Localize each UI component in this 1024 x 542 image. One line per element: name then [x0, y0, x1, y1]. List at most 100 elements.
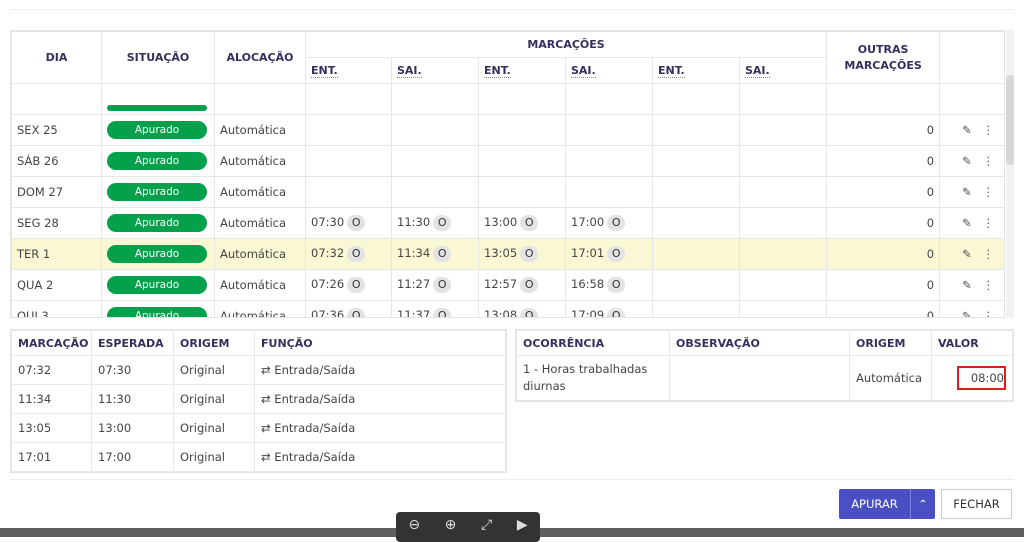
- mark-cell[interactable]: [391, 176, 479, 208]
- mark-cell[interactable]: 13:00 O: [478, 207, 566, 239]
- mark-cell[interactable]: [305, 176, 392, 208]
- more-vertical-icon[interactable]: ⋮: [983, 278, 995, 292]
- mark-cell[interactable]: [478, 114, 566, 146]
- mark-cell[interactable]: [391, 114, 479, 146]
- mark-cell[interactable]: 07:30 O: [305, 207, 392, 239]
- mark-cell[interactable]: [478, 145, 566, 177]
- mark-cell[interactable]: 07:36 O: [305, 300, 392, 317]
- mark-cell[interactable]: 11:30 O: [391, 207, 479, 239]
- status-badge: Apurado: [107, 121, 207, 139]
- fullscreen-icon[interactable]: ⤢: [481, 517, 492, 533]
- presentation-icon[interactable]: ▶: [517, 517, 528, 533]
- pencil-icon[interactable]: ✎: [962, 309, 972, 317]
- mark-cell[interactable]: [652, 176, 740, 208]
- scrollbar[interactable]: [1006, 30, 1014, 318]
- pencil-icon[interactable]: ✎: [962, 185, 972, 199]
- table-row[interactable]: 13:05 13:00 Original ⇄ Entrada/Saída: [11, 413, 506, 443]
- pencil-icon[interactable]: ✎: [962, 247, 972, 261]
- mark-time: 17:01: [11, 442, 92, 472]
- mark-cell[interactable]: [738, 176, 828, 208]
- mark-cell[interactable]: 17:09 O: [565, 300, 653, 317]
- other-marks-cell: 0: [826, 238, 941, 270]
- pencil-icon[interactable]: ✎: [962, 278, 972, 292]
- more-vertical-icon[interactable]: ⋮: [983, 154, 995, 168]
- table-row[interactable]: 17:01 17:00 Original ⇄ Entrada/Saída: [11, 442, 506, 472]
- mark-origin: Original: [173, 384, 255, 414]
- mark-cell[interactable]: [305, 145, 392, 177]
- table-row[interactable]: QUI 3 Apurado Automática 07:36 O 11:37 O 13:08 O…: [11, 300, 1004, 317]
- more-vertical-icon[interactable]: ⋮: [983, 123, 995, 137]
- mark-cell[interactable]: [565, 176, 653, 208]
- allocation-cell: Automática: [214, 207, 306, 239]
- days-table-container: DIA SITUAÇÃO ALOCAÇÃO MARCAÇÕES OUTRAS M…: [10, 30, 1005, 318]
- table-row[interactable]: QUA 2 Apurado Automática 07:26 O 11:27 O 12:57 O…: [11, 269, 1004, 301]
- mark-cell[interactable]: [738, 207, 828, 239]
- header-outras: OUTRAS MARCAÇÕES: [826, 31, 941, 84]
- mark-cell[interactable]: [652, 269, 740, 301]
- mark-function-cell: ⇄ Entrada/Saída: [254, 384, 506, 414]
- table-row[interactable]: DOM 27 Apurado Automática 0 ✎ ⋮: [11, 176, 1004, 208]
- pencil-icon[interactable]: ✎: [962, 216, 972, 230]
- mark-cell[interactable]: [652, 145, 740, 177]
- more-vertical-icon[interactable]: ⋮: [983, 185, 995, 199]
- mark-cell[interactable]: 11:34 O: [391, 238, 479, 270]
- header-actions: [939, 31, 1004, 84]
- more-vertical-icon[interactable]: ⋮: [983, 247, 995, 261]
- zoom-in-icon[interactable]: ⊕: [445, 517, 457, 533]
- apurar-button[interactable]: APURAR: [839, 489, 911, 519]
- table-row[interactable]: TER 1 Apurado Automática 07:32 O 11:34 O 13:05 O…: [11, 238, 1004, 270]
- mark-cell[interactable]: 16:58 O: [565, 269, 653, 301]
- mark-cell[interactable]: [738, 114, 828, 146]
- mark-cell[interactable]: [738, 145, 828, 177]
- table-row[interactable]: 1 - Horas trabalhadas diurnas Automática…: [516, 355, 1013, 401]
- actions-cell: ✎ ⋮: [939, 176, 1004, 208]
- status-badge: Apurado: [107, 152, 207, 170]
- apurar-button-group[interactable]: APURAR ⌃: [839, 489, 935, 519]
- mark-cell[interactable]: [652, 238, 740, 270]
- origin-badge: O: [607, 246, 626, 262]
- pencil-icon[interactable]: ✎: [962, 154, 972, 168]
- mark-cell[interactable]: [738, 300, 828, 317]
- mark-cell[interactable]: [565, 114, 653, 146]
- header-valor: VALOR: [931, 330, 1013, 356]
- mark-cell[interactable]: 17:00 O: [565, 207, 653, 239]
- table-row[interactable]: 07:32 07:30 Original ⇄ Entrada/Saída: [11, 355, 506, 385]
- fechar-button[interactable]: FECHAR: [941, 489, 1012, 519]
- mark-cell[interactable]: 07:32 O: [305, 238, 392, 270]
- other-marks-cell: 0: [826, 145, 941, 177]
- mark-cell[interactable]: 12:57 O: [478, 269, 566, 301]
- mark-cell[interactable]: [652, 114, 740, 146]
- occurrence-value-cell: 08:00: [931, 355, 1013, 401]
- mark-cell[interactable]: [478, 176, 566, 208]
- status-badge: Apurado: [107, 183, 207, 201]
- mark-cell[interactable]: [652, 207, 740, 239]
- mark-cell[interactable]: [652, 300, 740, 317]
- occurrence-value: 08:00: [956, 366, 1006, 390]
- other-marks-cell: 0: [826, 300, 941, 317]
- pencil-icon[interactable]: ✎: [962, 123, 972, 137]
- mark-cell[interactable]: [391, 145, 479, 177]
- header-marcacoes: MARCAÇÕES: [304, 31, 828, 58]
- mark-cell[interactable]: 07:26 O: [305, 269, 392, 301]
- header-ocorrencia: OCORRÊNCIA: [516, 330, 670, 356]
- mark-cell[interactable]: [305, 114, 392, 146]
- mark-cell[interactable]: [738, 238, 828, 270]
- mark-cell[interactable]: 17:01 O: [565, 238, 653, 270]
- table-row[interactable]: SÁB 26 Apurado Automática 0 ✎ ⋮: [11, 145, 1004, 177]
- chevron-up-icon[interactable]: ⌃: [911, 489, 935, 519]
- table-row[interactable]: 11:34 11:30 Original ⇄ Entrada/Saída: [11, 384, 506, 414]
- mark-cell[interactable]: [738, 269, 828, 301]
- mark-cell[interactable]: 13:08 O: [478, 300, 566, 317]
- mark-cell[interactable]: 11:27 O: [391, 269, 479, 301]
- status-badge: Apurado: [107, 245, 207, 263]
- scrollbar-thumb[interactable]: [1006, 75, 1014, 165]
- more-vertical-icon[interactable]: ⋮: [983, 216, 995, 230]
- more-vertical-icon[interactable]: ⋮: [983, 309, 995, 317]
- actions-cell: ✎ ⋮: [939, 145, 1004, 177]
- zoom-out-icon[interactable]: ⊖: [408, 517, 420, 533]
- mark-cell[interactable]: [565, 145, 653, 177]
- table-row[interactable]: SEG 28 Apurado Automática 07:30 O 11:30 O 13:00…: [11, 207, 1004, 239]
- mark-cell[interactable]: 11:37 O: [391, 300, 479, 317]
- mark-cell[interactable]: 13:05 O: [478, 238, 566, 270]
- table-row[interactable]: SEX 25 Apurado Automática 0 ✎ ⋮: [11, 114, 1004, 146]
